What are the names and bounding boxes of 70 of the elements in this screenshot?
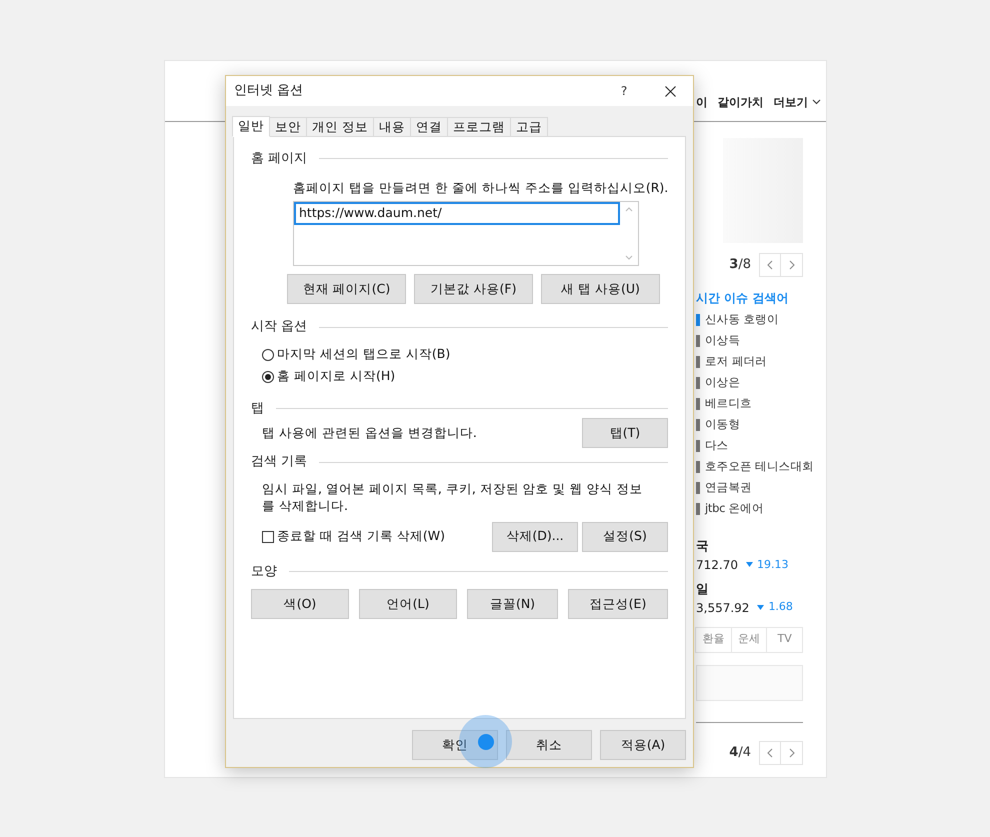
- scroll-down-icon: [625, 255, 633, 260]
- chevron-right-icon: [788, 748, 794, 758]
- trending-keyword[interactable]: 이상은: [705, 374, 740, 392]
- checkbox[interactable]: [262, 530, 274, 543]
- chevron-left-icon: [767, 260, 773, 270]
- checkbox-option[interactable]: 종료할 때 검색 기록 삭제(W): [262, 527, 492, 546]
- trending-keyword[interactable]: 연금복권: [705, 478, 752, 496]
- scroll-up-icon: [625, 207, 633, 212]
- trending-keyword[interactable]: 베르디흐: [705, 394, 752, 412]
- radio-button[interactable]: [262, 370, 274, 383]
- market-name: 국: [696, 537, 710, 555]
- trending-keyword[interactable]: 신사동 호랭이: [705, 310, 779, 328]
- radio-option[interactable]: 마지막 세션의 탭으로 시작(B): [262, 346, 668, 363]
- url-textarea[interactable]: https://www.daum.net/: [293, 201, 639, 266]
- description-text: 임시 파일, 열어본 페이지 목록, 쿠키, 저장된 암호 및 웹 양식 정보를 삭제합니다.: [262, 480, 644, 514]
- trending-keyword[interactable]: 호주오픈 테니스대회: [705, 458, 814, 476]
- market-value: 3,557.92: [696, 600, 750, 616]
- trending-keyword[interactable]: 다스: [705, 436, 728, 454]
- dialog-button[interactable]: 색(O): [251, 589, 349, 620]
- description-text: 탭 사용에 관련된 옵션을 변경합니다.: [262, 424, 477, 442]
- market-name: 일: [696, 580, 710, 598]
- url-field[interactable]: https://www.daum.net/: [294, 202, 620, 226]
- dialog-button[interactable]: 적용(A): [600, 730, 686, 760]
- tab[interactable]: 고급: [510, 117, 548, 136]
- dialog-button[interactable]: 현재 페이지(C): [287, 274, 406, 304]
- market-change: 19.13: [746, 556, 788, 573]
- section-title: 탭: [251, 400, 264, 418]
- section-title: 모양: [251, 562, 277, 581]
- market-change: 1.68: [757, 599, 793, 616]
- section-title: 홈 페이지: [251, 150, 308, 168]
- window-title: 인터넷 옵션: [234, 82, 304, 100]
- tab[interactable]: 내용: [372, 117, 411, 136]
- dialog-button[interactable]: 기본값 사용(F): [414, 274, 533, 304]
- info-tab[interactable]: 운세: [730, 626, 768, 652]
- chevron-down-icon: [812, 99, 821, 106]
- section-title: 시작 옵션: [251, 318, 308, 336]
- page-counter: 3/8: [729, 256, 751, 274]
- dialog-button[interactable]: 탭(T): [582, 418, 668, 448]
- market-value: 712.70: [696, 556, 738, 574]
- dialog-button[interactable]: 새 탭 사용(U): [541, 274, 660, 304]
- chevron-left-icon: [767, 748, 773, 758]
- dialog-button[interactable]: 접근성(E): [568, 589, 668, 620]
- help-button[interactable]: ?: [601, 76, 647, 106]
- dialog-button[interactable]: 확인: [412, 730, 498, 760]
- trending-keyword[interactable]: 로저 페더러: [705, 352, 767, 370]
- trending-keyword[interactable]: 이상득: [705, 332, 740, 350]
- dialog-button[interactable]: 글꼴(N): [467, 589, 558, 620]
- close-icon: [664, 86, 676, 96]
- nav-link[interactable]: 더보기: [774, 94, 821, 111]
- nav-link[interactable]: 같이가치: [718, 94, 764, 111]
- trending-title: 시간 이슈 검색어: [696, 290, 790, 307]
- tab[interactable]: 프로그램: [446, 117, 511, 136]
- radio-button[interactable]: [262, 348, 274, 361]
- down-triangle-icon: [746, 562, 753, 568]
- radio-option[interactable]: 홈 페이지로 시작(H): [262, 368, 668, 385]
- down-triangle-icon: [757, 605, 764, 610]
- instruction-text: 홈페이지 탭을 만들려면 한 줄에 하나씩 주소를 입력하십시오(R).: [293, 178, 668, 196]
- info-tab[interactable]: TV: [766, 626, 803, 652]
- chevron-right-icon: [788, 260, 794, 270]
- trending-keyword[interactable]: 이동형: [705, 416, 740, 434]
- dialog-button[interactable]: 설정(S): [582, 522, 668, 552]
- tab[interactable]: 개인 정보: [306, 117, 374, 136]
- dialog-button[interactable]: 취소: [506, 730, 592, 760]
- section-title: 검색 기록: [251, 453, 308, 472]
- tab[interactable]: 일반: [232, 116, 270, 137]
- dialog-button[interactable]: 언어(L): [359, 589, 457, 620]
- dialog-button[interactable]: 삭제(D)...: [492, 522, 578, 552]
- page-counter: 4/4: [729, 744, 751, 762]
- nav-link[interactable]: 이: [696, 94, 708, 111]
- trending-keyword[interactable]: jtbc 온에어: [705, 500, 764, 518]
